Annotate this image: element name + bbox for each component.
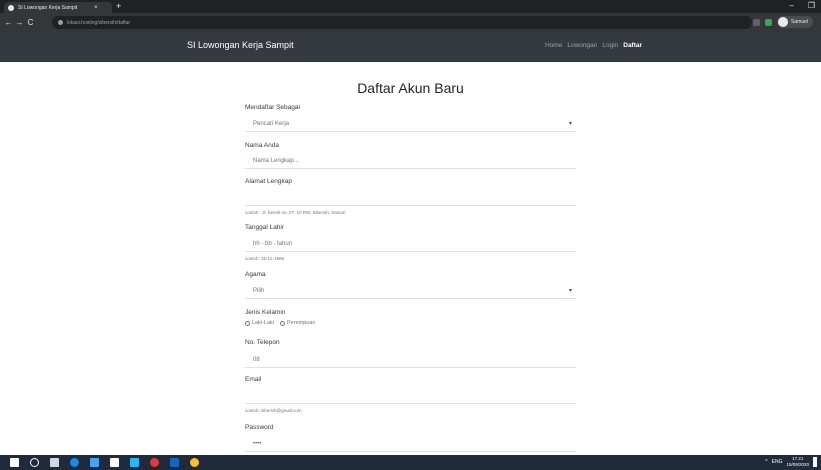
role-label: Mendaftar Sebagai [245,104,300,111]
nav-lowongan[interactable]: Lowongan [567,42,597,49]
app-icon[interactable] [150,458,159,467]
name-label: Nama Anda [245,142,279,149]
religion-label: Agama [245,271,266,278]
new-tab-button[interactable]: + [116,1,121,12]
site-brand[interactable]: SI Lowongan Kerja Sampit [187,40,294,50]
gender-option-male[interactable]: Laki-Laki [245,320,274,326]
address-help: contoh : Jl. bersih no. 07, 10 RW, Siber… [245,210,346,215]
taskbar-icons [10,458,199,467]
radio-icon[interactable] [280,320,286,326]
gender-radio-group: Laki-Laki Perempuan [245,320,315,326]
maximize-icon[interactable]: ❐ [808,0,815,12]
minimize-icon[interactable]: – [789,0,793,12]
nav-home[interactable]: Home [545,42,562,49]
reload-icon[interactable]: C [25,18,36,27]
gender-option-female[interactable]: Perempuan [280,320,315,326]
address-textarea[interactable] [245,190,576,206]
nav-links: Home Lowongan Login Daftar [545,42,642,49]
url-text: lokasi.hosting/sibersih/daftar [67,19,131,26]
site-navbar: SI Lowongan Kerja Sampit Home Lowongan L… [0,32,821,62]
password-input[interactable]: •••• [245,436,576,452]
system-tray: ^ ENG 17.21 15/09/2020 [765,456,817,468]
store-icon[interactable] [110,458,119,467]
os-taskbar: ^ ENG 17.21 15/09/2020 [0,455,821,470]
file-explorer-icon[interactable] [90,458,99,467]
search-icon[interactable] [30,458,39,467]
tab-title: SI Lowongan Kerja Sampit [18,4,78,11]
browser-tabbar: SI Lowongan Kerja Sampit × + – ❐ [0,0,821,13]
address-label: Alamat Lengkap [245,178,292,185]
notification-icon[interactable] [813,457,817,467]
edge-icon[interactable] [70,458,79,467]
name-input[interactable]: Nama Lengkap... [245,153,576,169]
birthdate-label: Tanggal Lahir [245,224,285,231]
page-title: Daftar Akun Baru [357,80,464,96]
toolbar-right: Samuel [753,16,813,28]
forward-icon[interactable]: → [14,18,25,27]
email-label: Email [245,376,262,383]
phone-label: No. Telepon [245,339,280,346]
gender-female-label: Perempuan [287,320,316,326]
nav-login[interactable]: Login [602,42,618,49]
clock[interactable]: 17.21 15/09/2020 [786,456,809,468]
avatar [778,17,789,27]
radio-icon[interactable] [245,320,250,326]
task-view-icon[interactable] [50,458,59,467]
religion-select[interactable]: Pilih [245,283,576,299]
tray-lang[interactable]: ENG [772,459,783,465]
email-help: contoh: sibersih@gmail.com [245,408,302,413]
extension-icon[interactable] [765,18,773,26]
back-icon[interactable]: ← [3,18,14,27]
star-icon[interactable] [753,18,761,26]
windows-start-icon[interactable] [10,458,19,467]
birthdate-help: contoh: 15-12-1998 [245,256,285,261]
birthdate-input[interactable]: hh - bb - tahun [245,236,576,252]
password-label: Password [245,424,274,431]
phone-input[interactable]: 08 [245,352,576,368]
globe-icon [8,4,14,11]
chrome-icon[interactable] [190,458,199,467]
tab-close-icon[interactable]: × [94,5,98,11]
vscode-icon[interactable] [170,458,179,467]
window-controls: – ❐ [789,0,815,12]
gender-label: Jenis Kelamin [245,309,286,316]
clock-date: 15/09/2020 [786,462,809,467]
browser-tab[interactable]: SI Lowongan Kerja Sampit × [4,2,112,13]
email-input[interactable] [245,388,576,404]
profile-button[interactable]: Samuel [777,16,813,28]
role-select[interactable]: Pencari Kerja [245,116,576,132]
gender-male-label: Laki-Laki [252,320,275,326]
browser-toolbar: ← → C lokasi.hosting/sibersih/daftar Sam… [0,13,821,32]
tray-chevron-icon[interactable]: ^ [765,459,767,465]
address-bar[interactable]: lokasi.hosting/sibersih/daftar [52,16,752,29]
nav-daftar[interactable]: Daftar [623,42,642,49]
info-icon [58,20,63,25]
profile-name: Samuel [791,19,808,25]
mail-icon[interactable] [130,458,139,467]
